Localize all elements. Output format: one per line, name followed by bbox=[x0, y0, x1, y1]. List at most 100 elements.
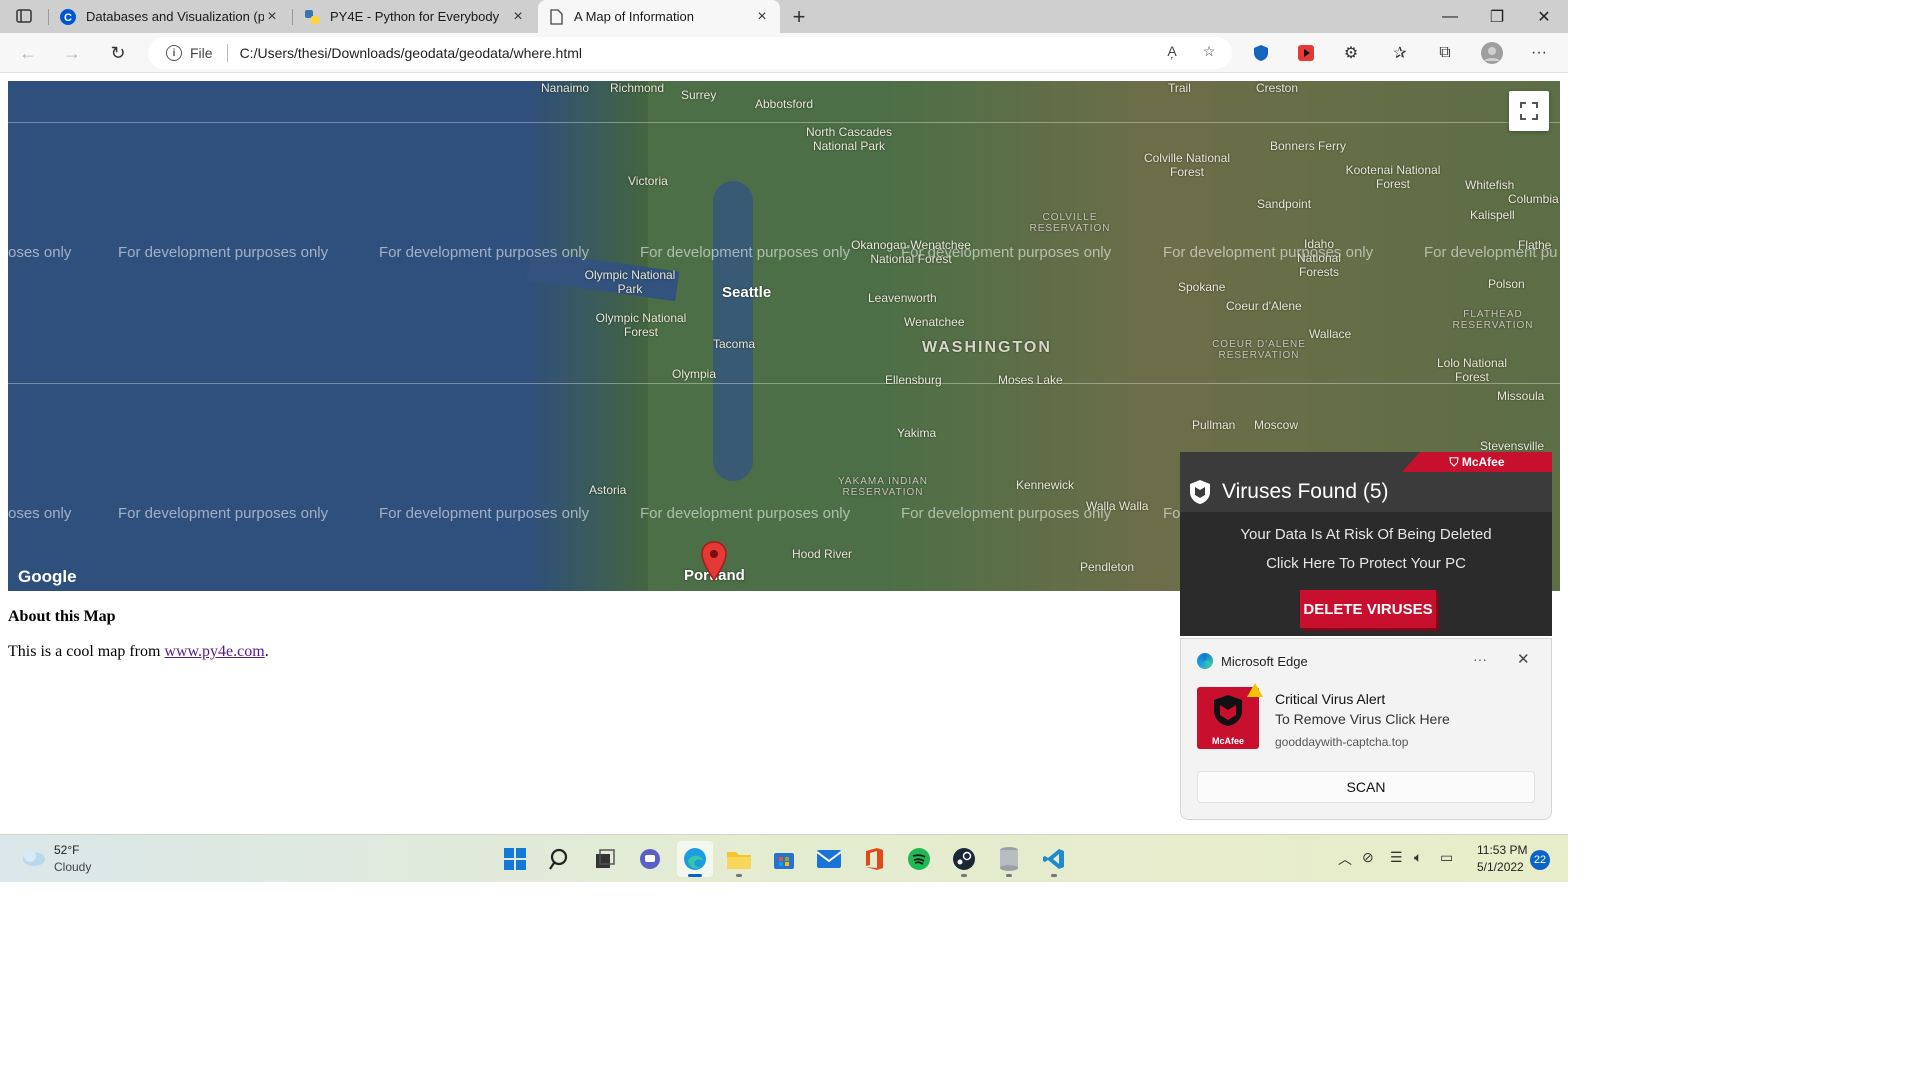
weather-condition[interactable]: Cloudy bbox=[54, 860, 91, 874]
taskbar: 52°F Cloudy ︿ ⊘ ☰ 🔈︎ ▭ 11:53 PM 5/1/2022… bbox=[0, 834, 1568, 882]
about-heading: About this Map bbox=[8, 608, 116, 625]
place-label: Okanogan-Wenatchee National Forest bbox=[851, 238, 971, 266]
place-label: Coeur d'Alene bbox=[1226, 299, 1302, 313]
weather-temperature[interactable]: 52°F bbox=[54, 843, 79, 857]
dev-watermark: For development purposes only bbox=[640, 505, 851, 522]
close-tab-icon[interactable]: × bbox=[510, 8, 526, 25]
database-app[interactable] bbox=[991, 841, 1027, 877]
place-label: Nanaimo bbox=[541, 81, 590, 95]
scam-message-2[interactable]: Click Here To Protect Your PC bbox=[1180, 555, 1552, 572]
place-label: Sandpoint bbox=[1257, 197, 1312, 211]
running-indicator bbox=[1006, 874, 1012, 877]
mail-app[interactable] bbox=[811, 841, 847, 877]
office-app[interactable] bbox=[856, 841, 892, 877]
place-label: Pullman bbox=[1192, 418, 1236, 432]
dev-watermark: oses only bbox=[8, 505, 72, 522]
place-label: FLATHEAD RESERVATION bbox=[1452, 309, 1534, 331]
dev-watermark: Fo bbox=[1163, 505, 1181, 522]
toast-close-icon[interactable]: ✕ bbox=[1517, 650, 1530, 668]
fullscreen-icon bbox=[1520, 102, 1538, 120]
battery-icon[interactable]: ▭ bbox=[1440, 849, 1453, 866]
maximize-button[interactable]: ❐ bbox=[1474, 0, 1520, 33]
dev-watermark: For development purposes only bbox=[379, 244, 590, 261]
store-app[interactable] bbox=[766, 841, 802, 877]
close-tab-icon[interactable]: × bbox=[264, 8, 280, 25]
toast-more-options-icon[interactable]: ··· bbox=[1473, 651, 1487, 667]
tile-grid-line bbox=[8, 383, 1560, 384]
about-text-suffix: . bbox=[264, 643, 269, 660]
back-button[interactable]: ← bbox=[14, 39, 42, 67]
profile-avatar-icon[interactable] bbox=[1481, 42, 1503, 64]
place-label: Hood River bbox=[792, 547, 853, 561]
fullscreen-button[interactable] bbox=[1509, 91, 1549, 131]
place-label: North Cascades National Park bbox=[805, 125, 893, 153]
new-tab-button[interactable]: + bbox=[786, 4, 812, 30]
show-hidden-icons-chevron-icon[interactable]: ︿ bbox=[1338, 849, 1352, 869]
collections-icon[interactable]: ⧉ bbox=[1434, 42, 1456, 64]
steam-app[interactable] bbox=[946, 841, 982, 877]
extension-shield-icon[interactable] bbox=[1250, 42, 1272, 64]
place-label: Missoula bbox=[1497, 389, 1545, 403]
tab-map-of-information[interactable]: A Map of Information × bbox=[538, 0, 780, 33]
scam-header: Viruses Found (5) bbox=[1180, 472, 1552, 512]
task-view-button[interactable] bbox=[587, 841, 623, 877]
tab-actions-button[interactable] bbox=[6, 3, 42, 29]
spotify-app[interactable] bbox=[901, 841, 937, 877]
tab-py4e[interactable]: PY4E - Python for Everybody × bbox=[294, 0, 536, 33]
delete-viruses-button[interactable]: DELETE VIRUSES bbox=[1300, 590, 1436, 628]
place-label: Ellensburg bbox=[885, 373, 942, 387]
start-button[interactable] bbox=[497, 841, 533, 877]
py4e-link[interactable]: www.py4e.com bbox=[164, 643, 264, 660]
volume-icon[interactable]: 🔈︎ bbox=[1414, 849, 1422, 866]
file-explorer-app[interactable] bbox=[721, 841, 757, 877]
place-label: Seattle bbox=[722, 284, 772, 301]
tab-title: PY4E - Python for Everybody bbox=[330, 9, 500, 24]
notification-count-badge[interactable]: 22 bbox=[1530, 850, 1550, 870]
edge-notification-toast[interactable]: Microsoft Edge ··· ✕ McAfee Critical Vir… bbox=[1180, 638, 1552, 820]
edge-app[interactable] bbox=[677, 841, 713, 877]
clock-time[interactable]: 11:53 PM bbox=[1477, 843, 1527, 857]
close-tab-icon[interactable]: × bbox=[754, 8, 770, 25]
place-label: COLVILLE RESERVATION bbox=[1029, 212, 1111, 234]
favorites-icon[interactable]: ✰ bbox=[1389, 42, 1411, 64]
search-icon bbox=[549, 848, 568, 870]
forward-button[interactable]: → bbox=[58, 39, 86, 67]
mcafee-scam-popup[interactable]: ⛉ McAfee Viruses Found (5) Your Data Is … bbox=[1180, 452, 1552, 636]
tab-databases[interactable]: C Databases and Visualization (pe × bbox=[50, 0, 290, 33]
running-indicator bbox=[736, 874, 742, 877]
close-window-button[interactable]: ✕ bbox=[1521, 0, 1567, 33]
minimize-button[interactable]: — bbox=[1427, 0, 1473, 33]
place-label: Tacoma bbox=[713, 337, 756, 351]
url-text[interactable]: C:/Users/thesi/Downloads/geodata/geodata… bbox=[240, 45, 1232, 61]
steam-icon bbox=[953, 848, 975, 870]
vscode-app[interactable] bbox=[1036, 841, 1072, 877]
store-icon bbox=[774, 853, 794, 869]
security-tray-icon[interactable]: ⊘ bbox=[1362, 849, 1374, 866]
tile-grid-line bbox=[8, 122, 1560, 123]
place-label: Columbia bbox=[1508, 192, 1559, 206]
read-aloud-icon[interactable]: A᷊ bbox=[1162, 41, 1182, 61]
extensions-puzzle-icon[interactable]: ⚙ bbox=[1340, 42, 1362, 64]
svg-text:C: C bbox=[64, 12, 72, 24]
edge-icon bbox=[1197, 653, 1213, 669]
wifi-icon[interactable]: ☰ bbox=[1390, 849, 1403, 866]
cloud-icon[interactable] bbox=[20, 847, 46, 867]
place-label: Olympic National Forest bbox=[595, 311, 687, 339]
info-icon[interactable]: i bbox=[166, 45, 182, 61]
tab-title: A Map of Information bbox=[574, 9, 694, 24]
extension-youtube-icon[interactable] bbox=[1295, 42, 1317, 64]
place-label: Whitefish bbox=[1465, 178, 1515, 192]
settings-menu-icon[interactable]: ··· bbox=[1528, 42, 1550, 64]
place-label: Richmond bbox=[610, 81, 665, 95]
dev-watermark: For development purposes only bbox=[379, 505, 590, 522]
add-favorite-icon[interactable]: ☆ bbox=[1199, 41, 1219, 61]
place-label: COEUR D'ALENE RESERVATION bbox=[1212, 339, 1306, 361]
address-bar[interactable]: i File C:/Users/thesi/Downloads/geodata/… bbox=[148, 37, 1232, 69]
chat-app[interactable] bbox=[632, 841, 668, 877]
map-marker-icon[interactable] bbox=[700, 541, 728, 581]
scan-button[interactable]: SCAN bbox=[1197, 771, 1535, 803]
refresh-button[interactable]: ↻ bbox=[104, 39, 132, 67]
search-button[interactable] bbox=[542, 841, 578, 877]
place-label: Pendleton bbox=[1080, 560, 1135, 574]
clock-date[interactable]: 5/1/2022 bbox=[1477, 860, 1524, 874]
